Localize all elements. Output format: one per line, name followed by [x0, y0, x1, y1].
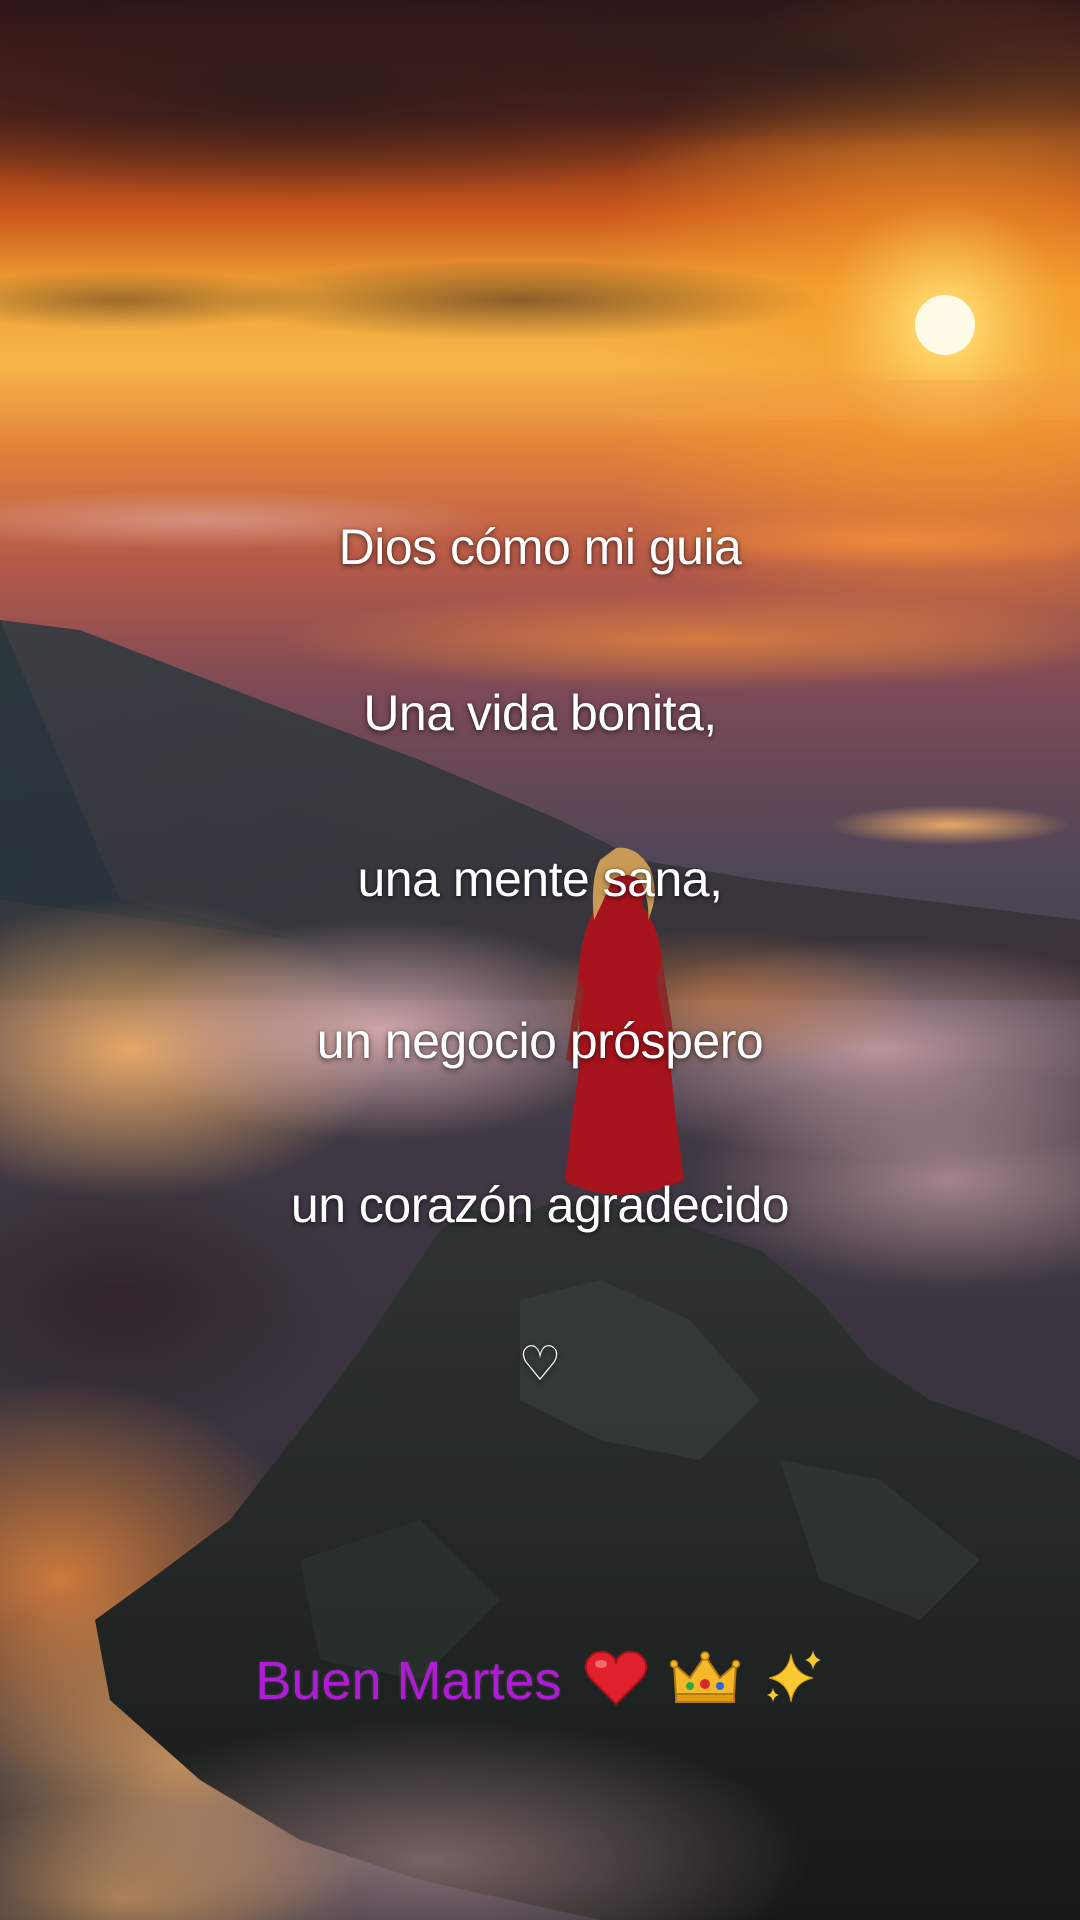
caption-line-2: Una vida bonita,	[363, 685, 717, 741]
outline-heart-symbol: ♡	[518, 1336, 562, 1392]
sparkles-icon	[761, 1648, 825, 1721]
caption-line-1: Dios cómo mi guia	[338, 519, 742, 575]
caption-line-5: un corazón agradecido	[290, 1177, 790, 1233]
crown-icon	[669, 1648, 740, 1721]
caption-line-4: un negocio próspero	[316, 1013, 764, 1069]
caption-line-3: una mente sana,	[357, 851, 724, 907]
sunset-mountain-image	[0, 0, 1080, 1920]
red-heart-icon	[583, 1648, 649, 1721]
greeting-line: Buen Martes	[0, 1648, 1080, 1721]
background-scene: Dios cómo mi guia Una vida bonita, una m…	[0, 0, 1080, 1920]
greeting-text: Buen Martes	[255, 1650, 562, 1711]
